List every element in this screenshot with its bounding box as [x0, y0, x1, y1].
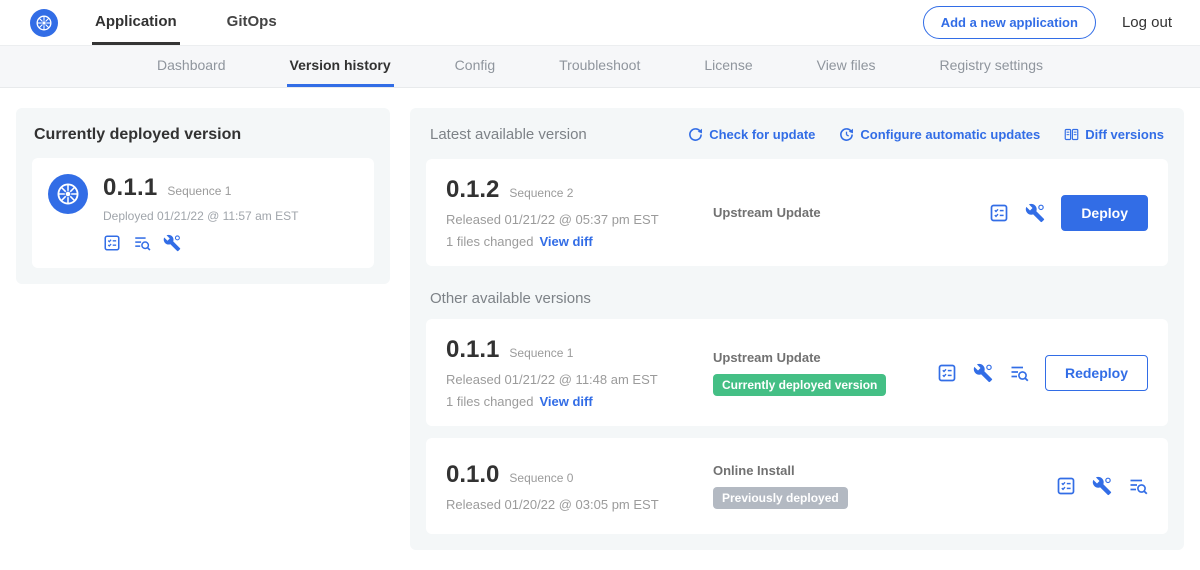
app-subnav: Dashboard Version history Config Trouble… — [0, 46, 1200, 88]
deployed-version-number: 0.1.1 — [103, 174, 157, 202]
edit-config-icon[interactable] — [1092, 476, 1112, 496]
version-card: 0.1.1 Sequence 1 Released 01/21/22 @ 11:… — [426, 319, 1168, 426]
kubernetes-helm-logo — [30, 9, 58, 37]
version-card-actions — [1056, 476, 1148, 496]
view-diff-link[interactable]: View diff — [539, 234, 592, 249]
tab-dashboard[interactable]: Dashboard — [154, 46, 229, 87]
source-label: Upstream Update — [713, 350, 937, 365]
check-for-update-link[interactable]: Check for update — [688, 127, 815, 142]
latest-available-header: Latest available version — [430, 126, 587, 143]
version-card: 0.1.2 Sequence 2 Released 01/21/22 @ 05:… — [426, 159, 1168, 266]
configure-auto-updates-link[interactable]: Configure automatic updates — [839, 127, 1040, 142]
source-label: Online Install — [713, 463, 1056, 478]
version-history-panel: Latest available version Check for updat… — [410, 108, 1184, 550]
previously-deployed-badge: Previously deployed — [713, 487, 848, 509]
edit-config-icon[interactable] — [163, 234, 181, 252]
configure-auto-updates-label: Configure automatic updates — [860, 127, 1040, 142]
deployed-timestamp: Deployed 01/21/22 @ 11:57 am EST — [103, 209, 298, 223]
deployed-info: 0.1.1 Sequence 1 Deployed 01/21/22 @ 11:… — [103, 174, 298, 252]
tab-version-history[interactable]: Version history — [287, 46, 394, 87]
deploy-button[interactable]: Deploy — [1061, 195, 1148, 231]
tab-troubleshoot[interactable]: Troubleshoot — [556, 46, 643, 87]
sequence-label: Sequence 1 — [509, 346, 573, 360]
version-actions: Check for update Configure automatic upd… — [688, 127, 1164, 142]
sequence-label: Sequence 0 — [509, 471, 573, 485]
deployed-version-card: 0.1.1 Sequence 1 Deployed 01/21/22 @ 11:… — [32, 158, 374, 268]
tab-application[interactable]: Application — [92, 0, 180, 45]
deploy-logs-icon[interactable] — [1128, 476, 1148, 496]
auto-update-clock-icon — [839, 127, 854, 142]
diff-versions-link[interactable]: Diff versions — [1064, 127, 1164, 142]
topbar-right: Add a new application Log out — [923, 6, 1172, 39]
files-changed-label: 1 files changed — [446, 234, 533, 249]
other-versions-header: Other available versions — [430, 290, 1164, 307]
main-content: Currently deployed version 0.1.1 Sequenc… — [0, 88, 1200, 570]
version-source: Upstream Update Currently deployed versi… — [701, 350, 937, 396]
top-bar: Application GitOps Add a new application… — [0, 0, 1200, 46]
view-diff-link[interactable]: View diff — [539, 394, 592, 409]
files-changed-label: 1 files changed — [446, 394, 533, 409]
check-for-update-label: Check for update — [709, 127, 815, 142]
sequence-label: Sequence 2 — [509, 186, 573, 200]
deploy-logs-icon[interactable] — [133, 234, 151, 252]
tab-config[interactable]: Config — [452, 46, 498, 87]
redeploy-button[interactable]: Redeploy — [1045, 355, 1148, 391]
refresh-icon — [688, 127, 703, 142]
version-card: 0.1.0 Sequence 0 Released 01/20/22 @ 03:… — [426, 438, 1168, 534]
top-tabs: Application GitOps — [92, 0, 324, 45]
version-source: Upstream Update — [701, 205, 989, 220]
tab-registry-settings[interactable]: Registry settings — [937, 46, 1046, 87]
released-timestamp: Released 01/20/22 @ 03:05 pm EST — [446, 497, 701, 512]
version-card-info: 0.1.1 Sequence 1 Released 01/21/22 @ 11:… — [446, 336, 701, 409]
deploy-logs-icon[interactable] — [1009, 363, 1029, 383]
diff-columns-icon — [1064, 127, 1079, 142]
tab-license[interactable]: License — [701, 46, 755, 87]
add-application-button[interactable]: Add a new application — [923, 6, 1096, 39]
source-label: Upstream Update — [713, 205, 989, 220]
deployed-panel-title: Currently deployed version — [34, 126, 372, 144]
tab-view-files[interactable]: View files — [814, 46, 879, 87]
edit-config-icon[interactable] — [1025, 203, 1045, 223]
released-timestamp: Released 01/21/22 @ 11:48 am EST — [446, 372, 701, 387]
version-card-info: 0.1.0 Sequence 0 Released 01/20/22 @ 03:… — [446, 461, 701, 512]
app-logo-icon — [48, 174, 88, 214]
release-notes-icon[interactable] — [1056, 476, 1076, 496]
release-notes-icon[interactable] — [103, 234, 121, 252]
deployed-sequence-label: Sequence 1 — [167, 184, 231, 198]
logout-link[interactable]: Log out — [1122, 14, 1172, 31]
release-notes-icon[interactable] — [937, 363, 957, 383]
edit-config-icon[interactable] — [973, 363, 993, 383]
version-number: 0.1.2 — [446, 176, 499, 204]
version-number: 0.1.1 — [446, 336, 499, 364]
currently-deployed-panel: Currently deployed version 0.1.1 Sequenc… — [16, 108, 390, 284]
released-timestamp: Released 01/21/22 @ 05:37 pm EST — [446, 212, 701, 227]
version-card-actions: Deploy — [989, 195, 1148, 231]
currently-deployed-badge: Currently deployed version — [713, 374, 886, 396]
diff-versions-label: Diff versions — [1085, 127, 1164, 142]
version-number: 0.1.0 — [446, 461, 499, 489]
tab-gitops[interactable]: GitOps — [224, 0, 280, 45]
release-notes-icon[interactable] — [989, 203, 1009, 223]
version-card-actions: Redeploy — [937, 355, 1148, 391]
version-source: Online Install Previously deployed — [701, 463, 1056, 509]
version-card-info: 0.1.2 Sequence 2 Released 01/21/22 @ 05:… — [446, 176, 701, 249]
deployed-actions — [103, 234, 298, 252]
